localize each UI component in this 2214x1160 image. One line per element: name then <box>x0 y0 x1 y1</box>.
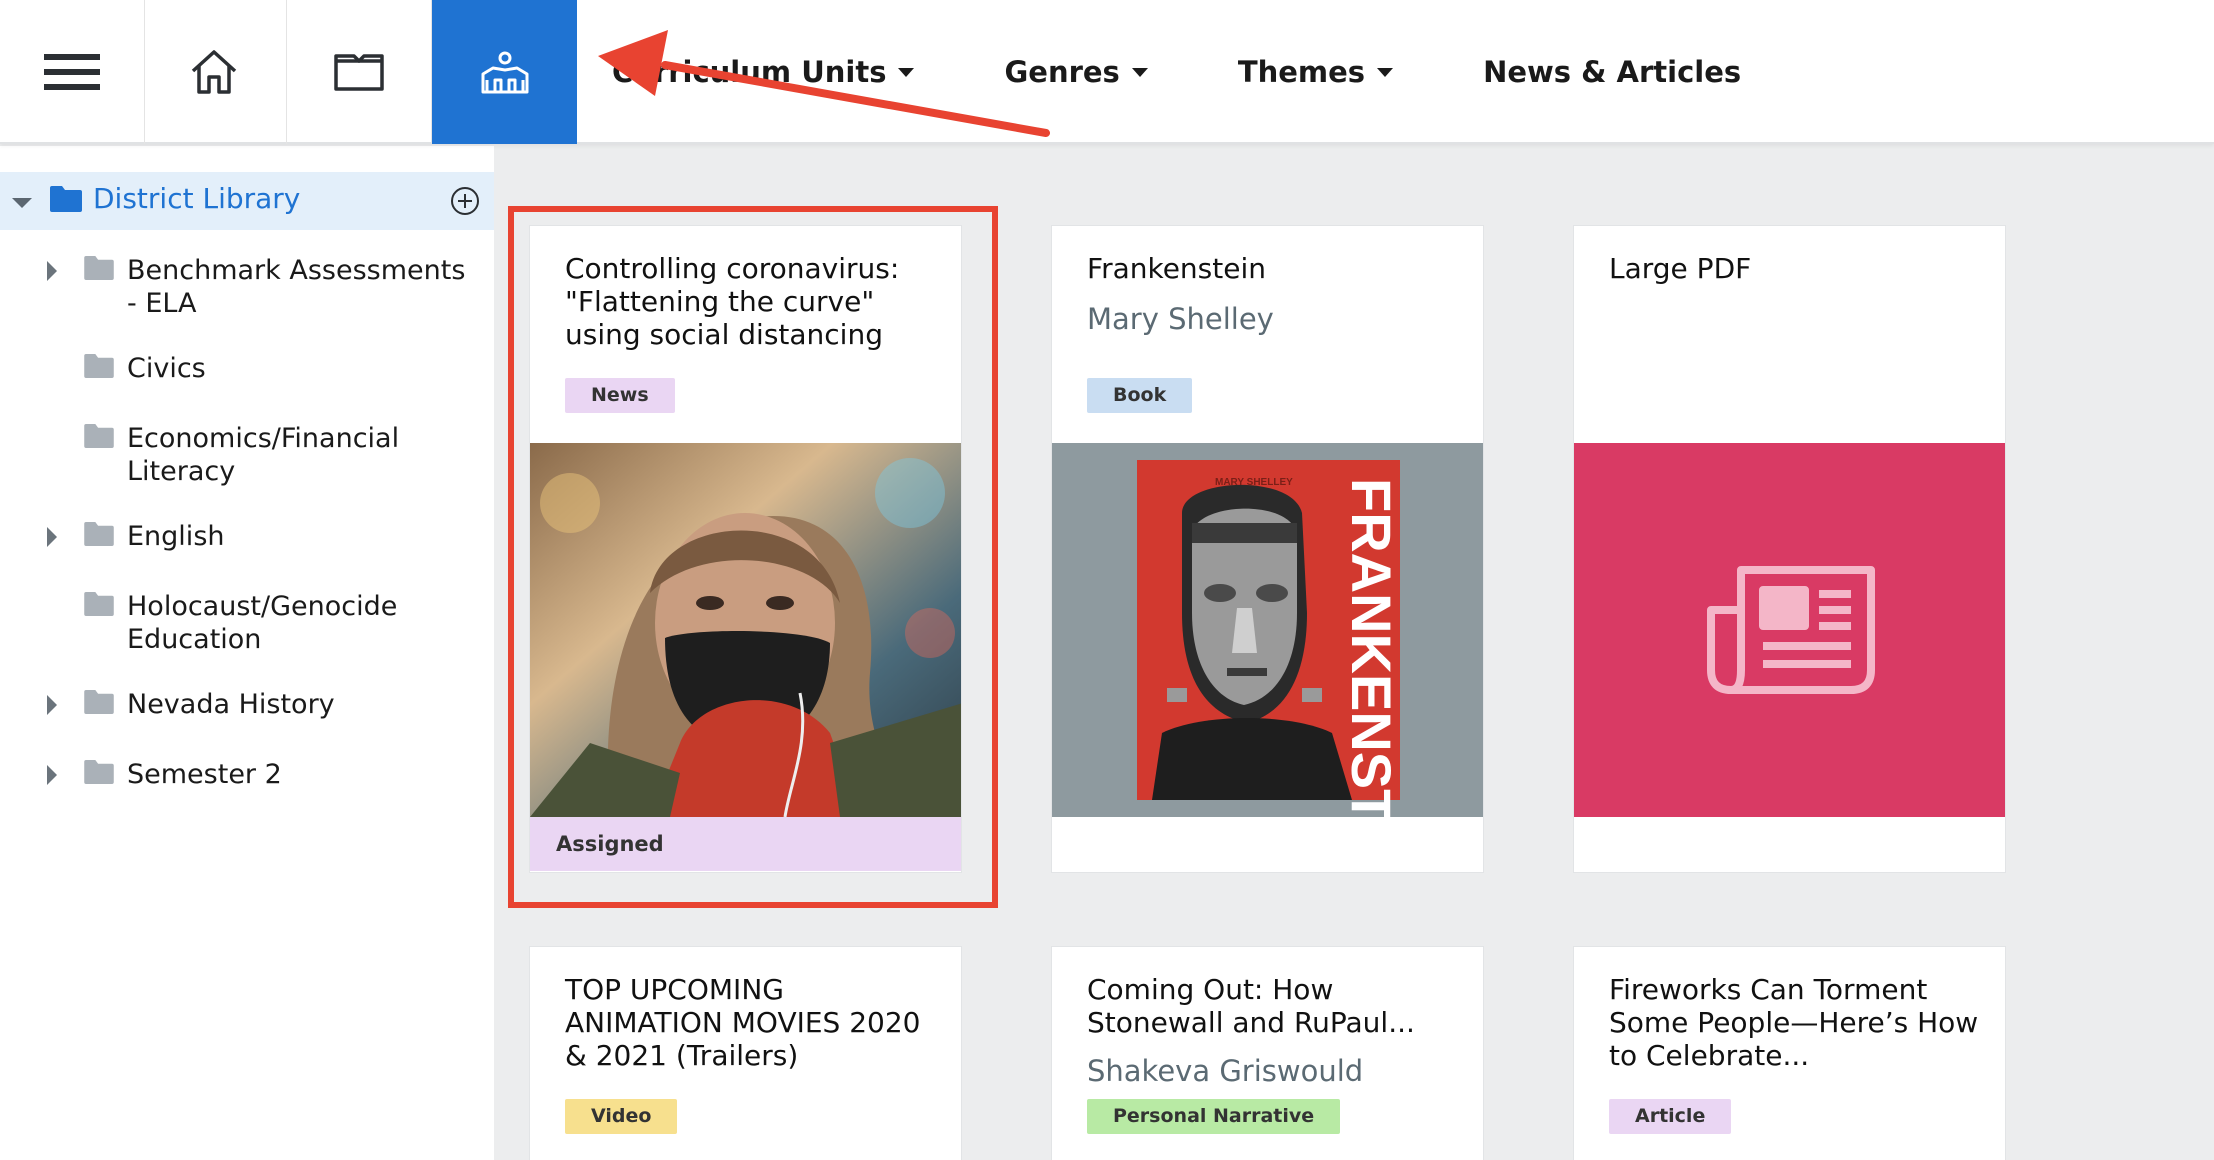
content-type-tag: Personal Narrative <box>1087 1099 1341 1134</box>
sidebar-item-label: Semester 2 <box>127 759 282 790</box>
home-button[interactable] <box>142 0 287 144</box>
card-title[interactable]: TOP UPCOMING ANIMATION MOVIES 2020 & 202… <box>565 973 935 1072</box>
nav-genres[interactable]: Genres <box>1004 55 1148 89</box>
masked-woman-photo <box>530 443 961 817</box>
sidebar-item-label: English <box>127 521 225 552</box>
nav-themes[interactable]: Themes <box>1238 55 1394 89</box>
content-type-tag: Article <box>1609 1099 1732 1134</box>
card-title[interactable]: Large PDF <box>1609 252 1979 285</box>
content-card-coronavirus[interactable]: Controlling coronavirus: "Flattening the… <box>529 225 962 873</box>
content-type-tag: Video <box>565 1099 678 1134</box>
card-title[interactable]: Frankenstein <box>1087 252 1457 285</box>
caret-down-icon <box>898 67 915 77</box>
card-title[interactable]: Controlling coronavirus: "Flattening the… <box>565 252 935 351</box>
cover-author-text: MARY SHELLEY <box>1215 477 1293 488</box>
card-thumbnail[interactable] <box>1574 443 2005 817</box>
folder-icon <box>84 592 114 616</box>
card-author: Mary Shelley <box>1087 302 1274 336</box>
folder-icon <box>84 760 114 784</box>
library-button[interactable] <box>432 0 577 144</box>
sidebar-item-label: Nevada History <box>127 689 335 720</box>
caret-right-icon[interactable] <box>47 261 57 281</box>
folder-icon <box>84 256 114 280</box>
folder-icon <box>84 690 114 714</box>
content-type-tag: Book <box>1087 378 1193 413</box>
newspaper-icon <box>1706 566 1875 694</box>
district-library-label[interactable]: District Library <box>93 182 300 215</box>
content-card-animation-movies[interactable]: TOP UPCOMING ANIMATION MOVIES 2020 & 202… <box>529 946 962 1160</box>
district-library-row[interactable]: District Library <box>0 172 494 230</box>
caret-down-icon <box>1131 67 1148 77</box>
caret-right-icon[interactable] <box>47 695 57 715</box>
card-author: Shakeva Griswould <box>1087 1054 1364 1088</box>
open-book-icon <box>334 54 384 91</box>
content-card-coming-out[interactable]: Coming Out: How Stonewall and RuPaul... … <box>1051 946 1484 1160</box>
folder-icon <box>50 186 82 212</box>
folder-icon <box>84 354 114 378</box>
card-title[interactable]: Coming Out: How Stonewall and RuPaul... <box>1087 973 1457 1039</box>
folder-icon <box>84 424 114 448</box>
card-thumbnail[interactable] <box>530 443 961 817</box>
content-card-fireworks[interactable]: Fireworks Can Torment Some People—Here’s… <box>1573 946 2006 1160</box>
caret-down-icon <box>1377 67 1394 77</box>
book-button[interactable] <box>287 0 432 144</box>
card-thumbnail[interactable]: MARY SHELLEY FRANKENSTEIN <box>1052 443 1483 817</box>
content-type-tag: News <box>565 378 675 413</box>
cover-title-text: FRANKENSTEIN <box>1340 478 1403 817</box>
caret-right-icon[interactable] <box>47 765 57 785</box>
sidebar-item-label: Economics/Financial Literacy <box>127 423 400 487</box>
main-nav: Curriculum Units Genres Themes News & Ar… <box>612 0 1831 144</box>
nav-curriculum-units[interactable]: Curriculum Units <box>612 55 915 89</box>
menu-button[interactable] <box>0 0 145 144</box>
nav-news-articles[interactable]: News & Articles <box>1483 55 1741 89</box>
sidebar-item-label: Holocaust/Genocide Education <box>127 591 398 655</box>
card-title[interactable]: Fireworks Can Torment Some People—Here’s… <box>1609 973 1979 1072</box>
add-circle-icon[interactable] <box>450 186 480 216</box>
content-card-frankenstein[interactable]: Frankenstein Mary Shelley Book MARY SHEL… <box>1051 225 1484 873</box>
folder-icon <box>84 522 114 546</box>
caret-down-icon[interactable] <box>12 198 32 208</box>
assigned-status-bar: Assigned <box>530 817 961 871</box>
library-icon <box>481 51 528 94</box>
sidebar-item-label: Benchmark Assessments - ELA <box>127 255 466 319</box>
menu-icon <box>44 54 100 90</box>
content-card-large-pdf[interactable]: Large PDF <box>1573 225 2006 873</box>
sidebar: District Library Benchmark Assessments -… <box>0 146 494 1160</box>
top-navigation-bar: Curriculum Units Genres Themes News & Ar… <box>0 0 2214 144</box>
home-icon <box>191 50 237 94</box>
frankenstein-book-cover: MARY SHELLEY FRANKENSTEIN <box>1137 460 1403 817</box>
sidebar-item-label: Civics <box>127 353 206 384</box>
caret-right-icon[interactable] <box>47 527 57 547</box>
